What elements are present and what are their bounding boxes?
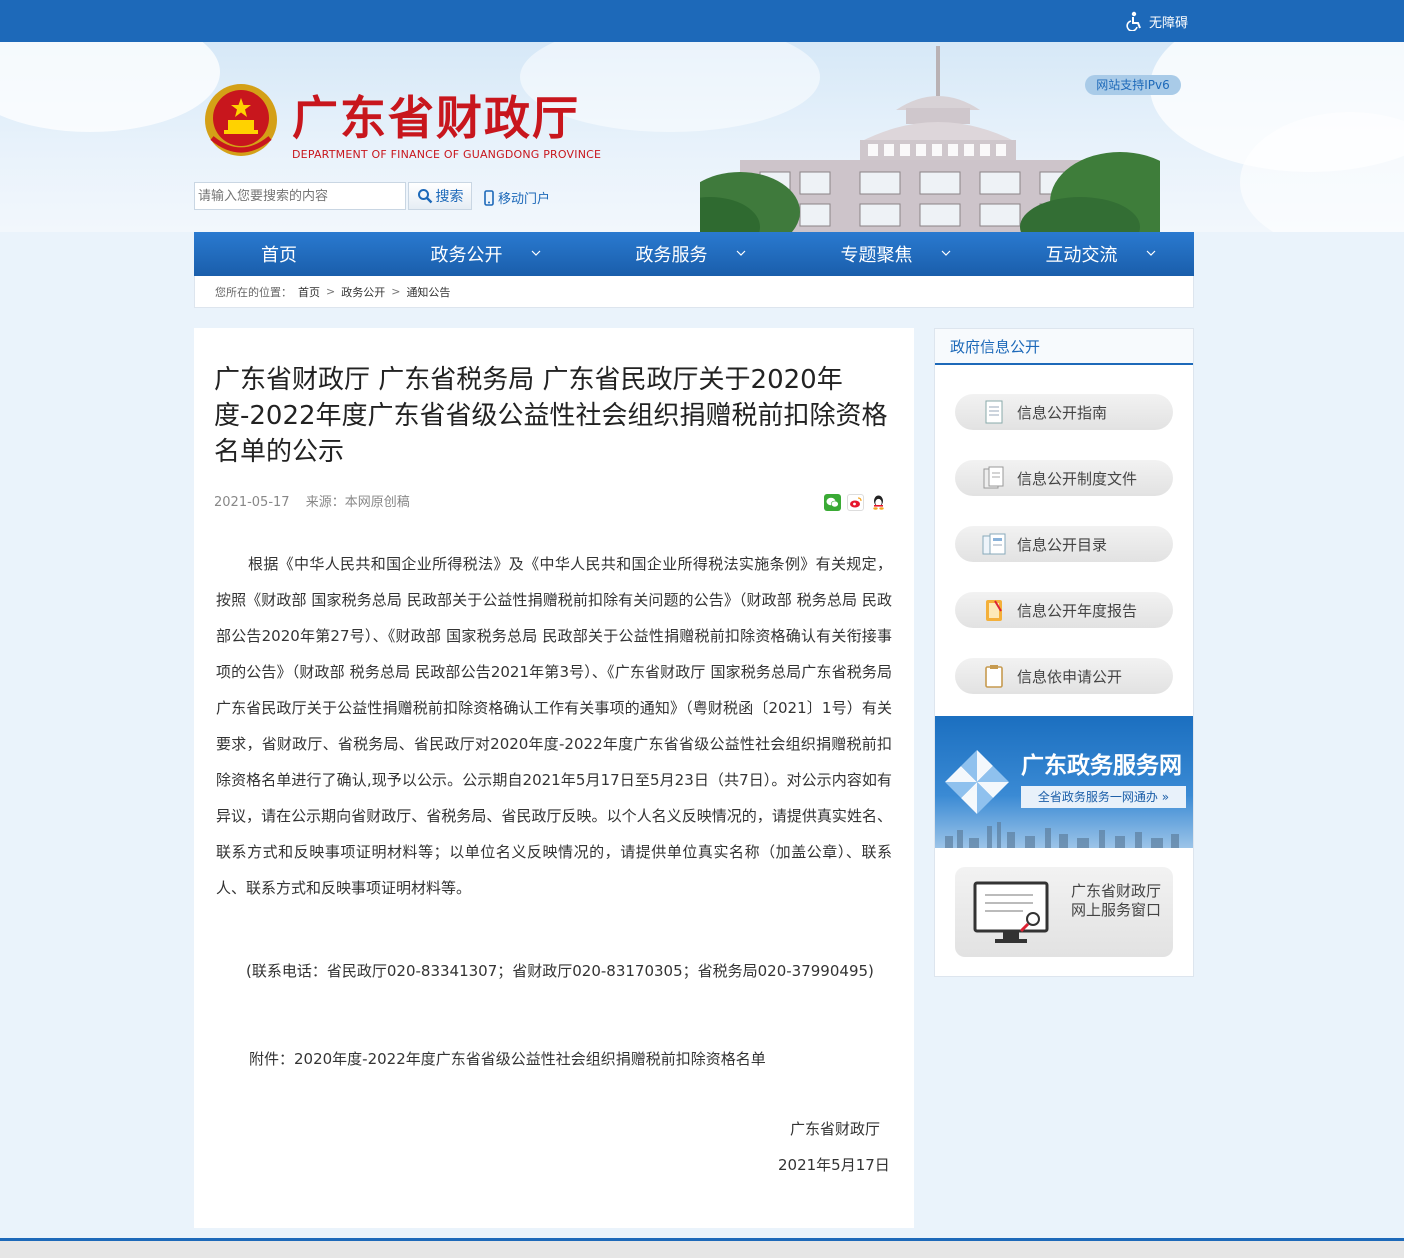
emblem-logo: [205, 84, 277, 156]
article-source: 来源：本网原创稿: [305, 495, 410, 510]
monitor-icon: [973, 881, 1049, 943]
share-bar: [824, 494, 887, 511]
document-icon: [985, 400, 1003, 424]
sidebar-heading: 政府信息公开: [935, 329, 1193, 365]
guangdong-service-banner[interactable]: 广东政务服务网 全省政务服务一网通办 »: [935, 716, 1193, 848]
site-subtitle: DEPARTMENT OF FINANCE OF GUANGDONG PROVI…: [292, 148, 602, 161]
search-input[interactable]: [194, 182, 406, 210]
breadcrumb: 您所在的位置： 首页 > 政务公开 > 通知公告: [194, 276, 1194, 308]
sidebar-item-annual-report[interactable]: 信息公开年度报告: [955, 592, 1173, 628]
files-icon: [983, 466, 1004, 489]
accessibility-icon: [1126, 11, 1141, 31]
online-service-window[interactable]: 广东省财政厅网上服务窗口: [955, 867, 1173, 957]
article-sign-date: 2021年5月17日: [778, 1156, 890, 1174]
breadcrumb-government-affairs[interactable]: 政务公开: [341, 284, 385, 300]
mobile-phone-icon: [484, 189, 494, 206]
chevron-down-icon: [736, 250, 746, 256]
clipboard-icon: [985, 665, 1003, 688]
sidebar-item-apply[interactable]: 信息依申请公开: [955, 658, 1173, 694]
search-button-label: 搜索: [435, 189, 464, 205]
chevron-down-icon: [941, 250, 951, 256]
article-panel: 广东省财政厅 广东省税务局 广东省民政厅关于2020年度-2022年度广东省省级…: [194, 328, 914, 1228]
city-skyline-icon: [945, 822, 1179, 848]
breadcrumb-separator: >: [326, 285, 336, 298]
top-bar: 无障碍: [0, 0, 1404, 42]
breadcrumb-prefix: 您所在的位置：: [215, 285, 292, 299]
nav-services-label: 政务服务: [635, 245, 708, 266]
article-date: 2021-05-17: [214, 495, 290, 510]
mobile-portal-link[interactable]: 移动门户: [484, 188, 550, 207]
breadcrumb-notices[interactable]: 通知公告: [406, 284, 450, 300]
building-illustration: [700, 46, 1160, 232]
sidebar-item-catalog[interactable]: 信息公开目录: [955, 526, 1173, 562]
chevron-down-icon: [1146, 250, 1156, 256]
nav-topics-label: 专题聚焦: [840, 245, 913, 266]
nav-topics[interactable]: 专题聚焦: [774, 232, 979, 276]
sidebar-item-rules[interactable]: 信息公开制度文件: [955, 460, 1173, 496]
article-signature: 广东省财政厅: [790, 1120, 881, 1138]
sidebar-item-guide[interactable]: 信息公开指南: [955, 394, 1173, 430]
sidebar-item-label: 信息公开年度报告: [1017, 601, 1138, 620]
chevron-down-icon: [531, 250, 541, 256]
notebook-icon: [986, 600, 1002, 621]
wechat-share-icon[interactable]: [824, 494, 841, 511]
nav-government-affairs[interactable]: 政务公开: [364, 232, 569, 276]
main-nav: 首页 政务公开 政务服务 专题聚焦 互动交流: [194, 232, 1194, 276]
mobile-portal-label: 移动门户: [498, 192, 551, 207]
nav-home[interactable]: 首页: [194, 232, 364, 276]
sidebar: 政府信息公开 信息公开指南 信息公开制度文件 信息公开目录 信息公开年度报告 信…: [934, 328, 1194, 977]
search-icon: [417, 189, 432, 204]
sidebar-item-label: 信息依申请公开: [1017, 667, 1123, 686]
catalog-icon: [982, 533, 1006, 555]
qq-share-icon[interactable]: [870, 494, 887, 511]
contact-phones: (联系电话：省民政厅020-83341307；省财政厅020-83170305；…: [246, 962, 874, 980]
nav-home-label: 首页: [261, 245, 297, 266]
accessibility-label: 无障碍: [1149, 15, 1189, 31]
site-title: 广东省财政厅: [292, 91, 580, 145]
nav-government-affairs-label: 政务公开: [430, 245, 503, 266]
footer: [0, 1241, 1404, 1258]
pinwheel-logo-icon: [945, 750, 1009, 814]
article-title: 广东省财政厅 广东省税务局 广东省民政厅关于2020年度-2022年度广东省省级…: [214, 365, 888, 467]
online-service-window-label: 广东省财政厅网上服务窗口: [1071, 882, 1162, 919]
breadcrumb-home[interactable]: 首页: [298, 284, 320, 300]
attachment-link[interactable]: 附件：2020年度-2022年度广东省省级公益性社会组织捐赠税前扣除资格名单: [249, 1048, 766, 1069]
banner-subtitle: 全省政务服务一网通办 »: [1021, 786, 1186, 808]
nav-interaction[interactable]: 互动交流: [979, 232, 1184, 276]
sidebar-item-label: 信息公开制度文件: [1017, 469, 1138, 488]
search-button[interactable]: 搜索: [408, 182, 472, 210]
article-meta: 2021-05-17 来源：本网原创稿: [214, 491, 422, 510]
weibo-share-icon[interactable]: [847, 494, 864, 511]
nav-interaction-label: 互动交流: [1045, 245, 1118, 266]
sidebar-item-label: 信息公开目录: [1017, 535, 1108, 554]
breadcrumb-separator: >: [391, 285, 401, 298]
banner-title: 广东政务服务网: [1021, 753, 1182, 779]
nav-services[interactable]: 政务服务: [569, 232, 774, 276]
article-body: 根据《中华人民共和国企业所得税法》及《中华人民共和国企业所得税法实施条例》有关规…: [216, 555, 892, 897]
sidebar-item-label: 信息公开指南: [1017, 403, 1108, 422]
accessibility-link[interactable]: 无障碍: [1126, 10, 1188, 32]
header-banner: 广东省财政厅 DEPARTMENT OF FINANCE OF GUANGDON…: [0, 42, 1404, 232]
